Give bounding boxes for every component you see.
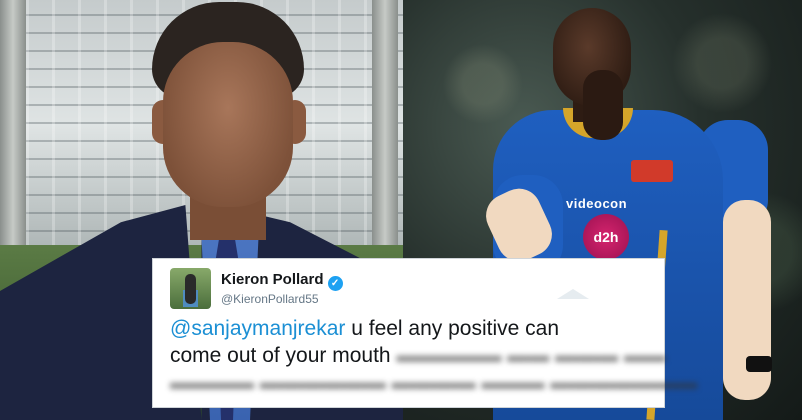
wristwatch (746, 356, 772, 372)
image-canvas: videocon d2h Kieron Pollard ✓ @KieronPoll… (0, 0, 802, 420)
user-handle[interactable]: @KieronPollard55 (221, 292, 319, 306)
tweet-text-line: come out of your mouth ▬▬▬▬▬ ▬▬ ▬▬▬ ▬▬ (170, 344, 666, 368)
verified-badge-icon: ✓ (327, 276, 343, 291)
tweet-text: come out of your mouth (170, 344, 391, 367)
tweet-text-line: @sanjaymanjrekar u feel any positive can (170, 317, 559, 341)
avatar[interactable] (170, 268, 211, 309)
blurred-text: ▬▬▬▬ ▬▬▬▬▬▬ ▬▬▬▬ ▬▬▬ ▬▬▬▬▬▬▬ (170, 371, 698, 394)
team-logo (631, 160, 673, 182)
stadium-pillar (0, 0, 26, 250)
faded-logo-icon (555, 287, 591, 301)
tweet-card: Kieron Pollard ✓ @KieronPollard55 @sanjay… (152, 258, 697, 408)
stadium-pillar (372, 0, 398, 250)
hand-finger-on-lips (583, 70, 623, 140)
blurred-text: ▬▬▬▬▬ ▬▬ ▬▬▬ ▬▬ (390, 344, 666, 367)
mention-link[interactable]: @sanjaymanjrekar (170, 317, 345, 340)
jersey-sponsor: videocon (566, 196, 628, 211)
jersey-sponsor-badge: d2h (583, 214, 629, 260)
tweet-text: u feel any positive can (345, 317, 560, 340)
display-name[interactable]: Kieron Pollard ✓ (221, 271, 343, 291)
display-name-text: Kieron Pollard (221, 271, 324, 288)
tweet-text-line: ▬▬▬▬ ▬▬▬▬▬▬ ▬▬▬▬ ▬▬▬ ▬▬▬▬▬▬▬ (170, 371, 697, 395)
face (163, 42, 293, 207)
avatar-figure (185, 274, 196, 304)
